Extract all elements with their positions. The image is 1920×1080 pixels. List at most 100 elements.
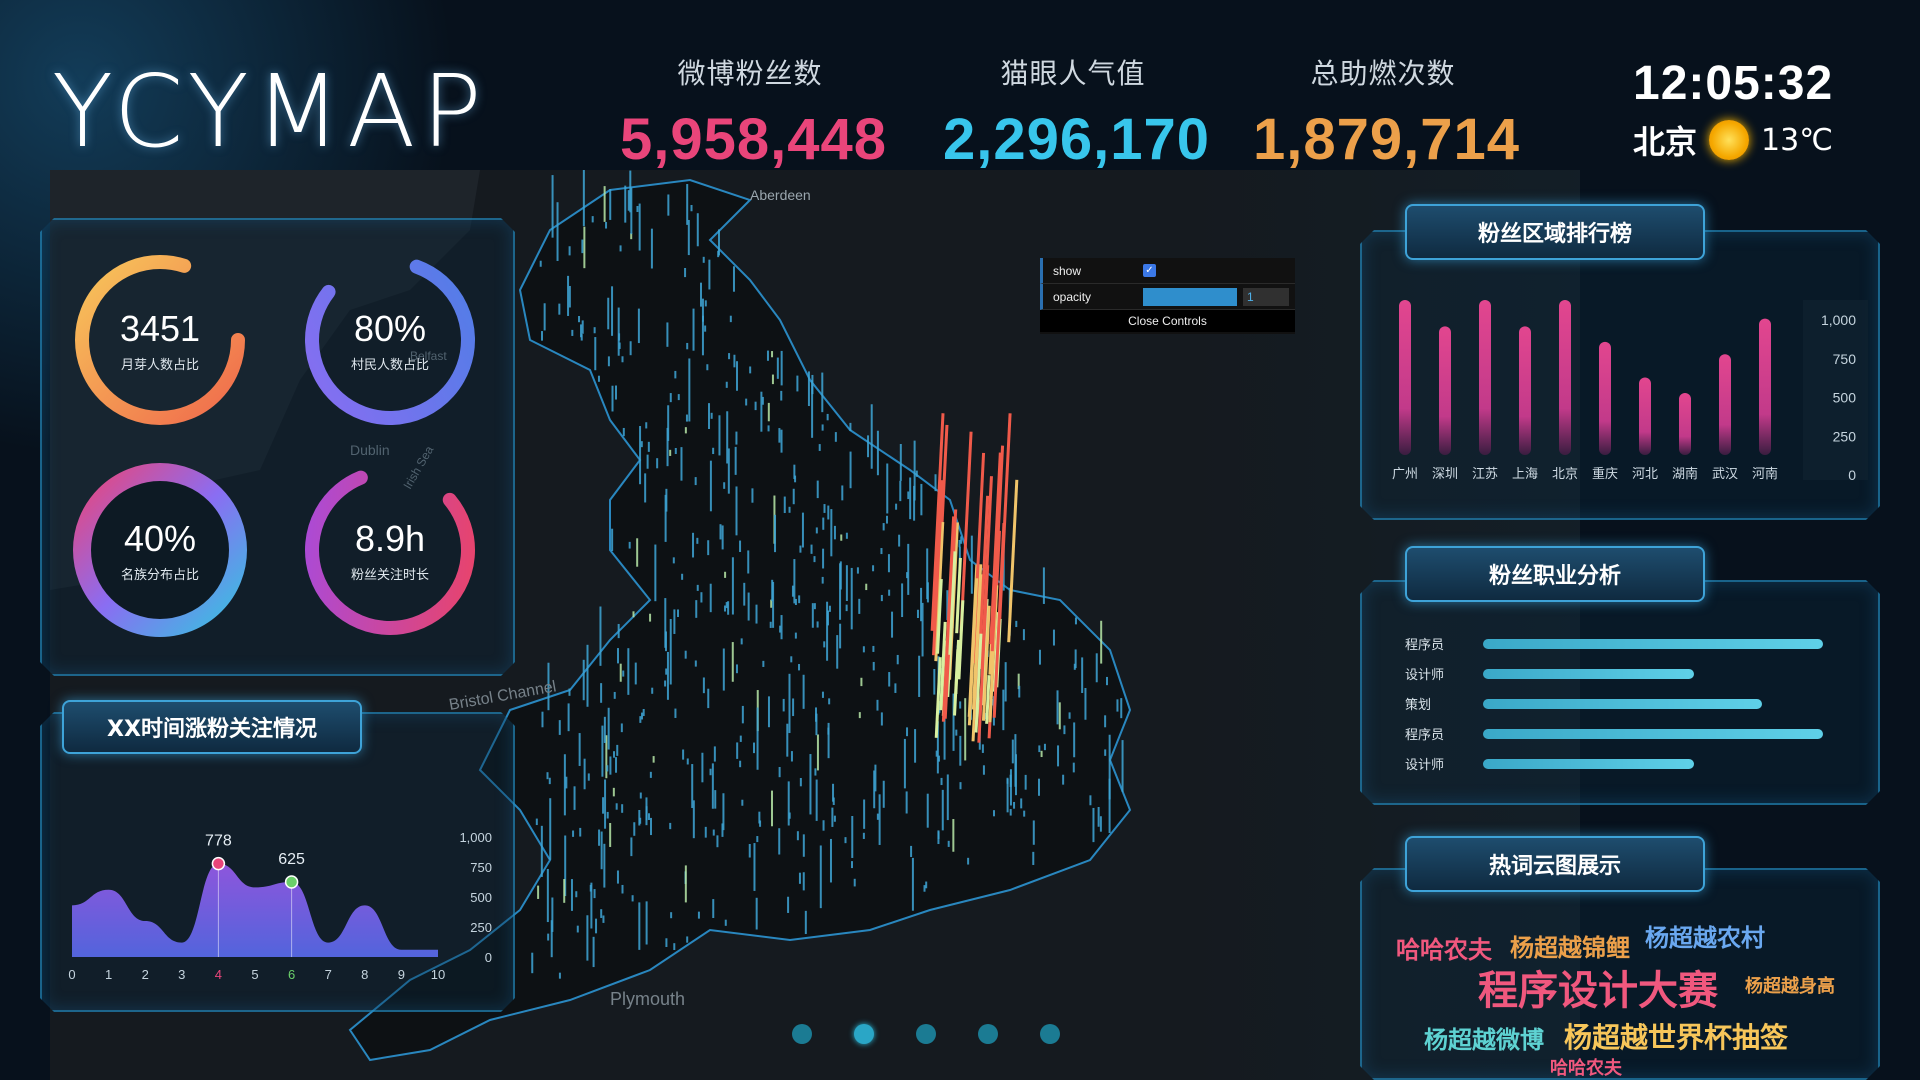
control-label: show [1053, 263, 1082, 278]
pager-dots [792, 1024, 1060, 1044]
job-label: 策划 [1405, 698, 1432, 713]
word-cloud-item[interactable]: 杨超越世界杯抽签 [1564, 1016, 1788, 1056]
bar [1439, 326, 1451, 455]
close-controls-button[interactable]: Close Controls [1040, 310, 1295, 332]
x-category-label: 重庆 [1592, 466, 1618, 482]
y-tick-label: 1,000 [459, 830, 492, 845]
word-cloud-item[interactable]: 哈哈农夫 [1550, 1054, 1622, 1080]
show-checkbox[interactable]: ✓ [1143, 264, 1156, 277]
bar [1759, 318, 1771, 455]
trend-area-series [72, 863, 438, 957]
map-label: Aberdeen [750, 187, 811, 203]
stat-boost-count: 总助燃次数 1,879,714 [1253, 52, 1519, 173]
pager-dot[interactable] [792, 1024, 812, 1044]
job-row: 程序员 [1405, 634, 1823, 653]
y-tick-label: 500 [470, 890, 492, 905]
job-label: 程序员 [1405, 638, 1445, 653]
trend-panel-title: XX时间涨粉关注情况 [62, 700, 362, 754]
annotation-label: 778 [205, 833, 232, 850]
opacity-slider[interactable] [1143, 287, 1237, 306]
job-bar [1483, 638, 1823, 649]
opacity-input[interactable]: 1 [1243, 287, 1289, 306]
pager-dot[interactable] [1040, 1024, 1060, 1044]
word-cloud-item[interactable]: 杨超越微博 [1424, 1020, 1544, 1055]
x-tick-label: 6 [288, 967, 295, 982]
x-tick-label: 4 [215, 967, 222, 982]
rank-panel-title: 粉丝区域排行榜 [1405, 204, 1705, 260]
word-cloud-item[interactable]: 程序设计大赛 [1478, 958, 1718, 1016]
x-tick-label: 5 [251, 967, 258, 982]
job-row: 程序员 [1405, 724, 1823, 743]
job-bar [1483, 698, 1762, 709]
trend-area-chart: 0 1 2 3 4 5 6 7 8 9 10 1,000 750 500 250 0 778 625 [68, 830, 492, 982]
y-tick-label: 250 [470, 920, 492, 935]
pager-dot[interactable] [916, 1024, 936, 1044]
clock-widget: 12:05:32 北京 13℃ [1633, 56, 1853, 163]
job-label: 设计师 [1405, 758, 1445, 773]
stat-label: 总助燃次数 [1310, 57, 1456, 90]
y-tick-label: 500 [1833, 390, 1857, 406]
x-category-label: 河南 [1752, 466, 1778, 482]
ring-caption: 粉丝关注时长 [350, 567, 429, 583]
control-row-show: show ✓ [1040, 258, 1295, 284]
ring-value: 40% [123, 517, 197, 559]
x-category-label: 武汉 [1712, 467, 1738, 482]
word-cloud-panel-title: 热词云图展示 [1405, 836, 1705, 892]
x-category-label: 湖南 [1672, 466, 1698, 482]
x-category-label: 北京 [1552, 467, 1578, 482]
job-row: 设计师 [1405, 754, 1694, 773]
x-tick-label: 1 [105, 967, 112, 982]
x-tick-label: 9 [398, 967, 405, 982]
bar [1719, 354, 1731, 455]
bar [1399, 300, 1411, 455]
job-label: 设计师 [1405, 668, 1445, 683]
control-row-opacity: opacity 1 [1040, 284, 1295, 310]
control-label: opacity [1053, 289, 1092, 304]
job-row: 策划 [1405, 694, 1762, 713]
ring-caption: 名族分布占比 [120, 567, 199, 583]
bar [1639, 377, 1651, 455]
ring-chart-watch-time: 8.9h 粉丝关注时长 [300, 460, 480, 640]
app-logo: YCYMAP [52, 53, 488, 170]
x-category-label: 河北 [1632, 467, 1658, 482]
y-tick-label: 750 [470, 860, 492, 875]
pager-dot[interactable] [978, 1024, 998, 1044]
word-cloud-item[interactable]: 杨超越身高 [1745, 972, 1835, 998]
x-tick-label: 0 [68, 967, 75, 982]
sun-icon [1709, 120, 1750, 160]
x-tick-label: 2 [142, 967, 149, 982]
y-tick-label: 750 [1833, 351, 1857, 367]
ring-caption: 月芽人数占比 [120, 357, 199, 373]
ring-caption: 村民人数占比 [350, 357, 429, 373]
weather-temp: 13℃ [1761, 122, 1833, 158]
job-bar [1483, 728, 1823, 739]
controls-panel: show ✓ opacity 1 Close Controls [1040, 258, 1295, 334]
stat-maoyan-popularity: 猫眼人气值 2,296,170 [943, 52, 1209, 173]
clock-time: 12:05:32 [1633, 57, 1834, 110]
bar [1519, 326, 1531, 455]
annotation-label: 625 [278, 851, 305, 868]
stat-value: 5,958,448 [620, 107, 888, 172]
y-tick-label: 0 [485, 950, 492, 965]
stat-label: 猫眼人气值 [1000, 57, 1146, 90]
word-cloud-item[interactable]: 杨超越农村 [1645, 918, 1765, 953]
map-label: Plymouth [610, 989, 685, 1009]
ring-value: 3451 [119, 307, 201, 349]
y-tick-label: 1,000 [1821, 312, 1856, 328]
bar [1679, 393, 1691, 455]
x-tick-label: 10 [431, 967, 445, 982]
weather-row: 北京 13℃ [1633, 117, 1853, 163]
ring-chart-villagers: 80% 村民人数占比 [300, 250, 480, 430]
pager-dot-active[interactable] [854, 1024, 874, 1044]
x-category-label: 深圳 [1432, 467, 1458, 482]
x-category-label: 江苏 [1472, 466, 1498, 482]
x-tick-label: 8 [361, 967, 368, 982]
y-tick-label: 0 [1848, 467, 1856, 483]
bar [1559, 300, 1571, 455]
x-tick-label: 3 [178, 967, 185, 982]
ring-value: 8.9h [354, 517, 426, 559]
annotation-point [211, 856, 226, 871]
ring-value: 80% [353, 307, 427, 349]
rank-bar-chart: 广州 深圳 江苏 上海 北京 重庆 河北 湖南 武汉 河南 1,000 750 500 250 0 [1392, 300, 1868, 483]
y-tick-label: 250 [1833, 428, 1857, 444]
